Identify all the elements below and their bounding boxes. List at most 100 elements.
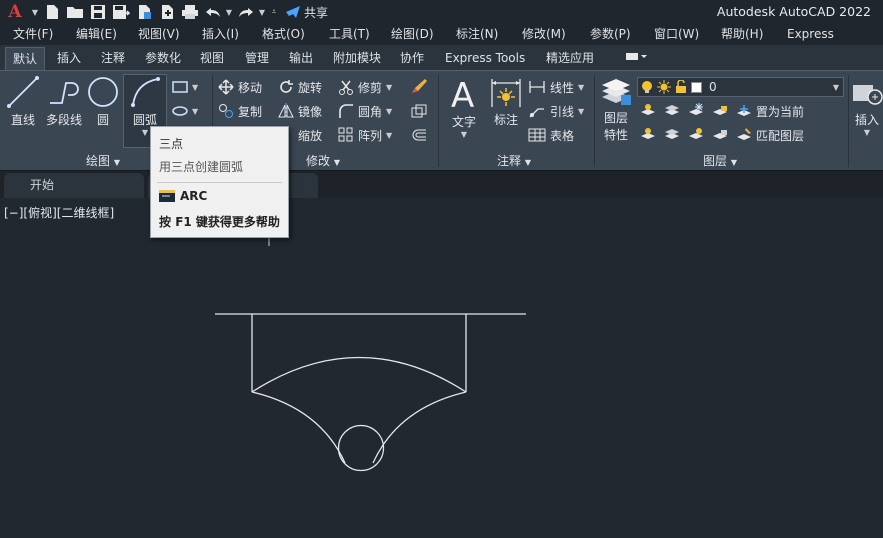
copy-button[interactable]: 复制 xyxy=(218,101,262,121)
text-button[interactable]: A 文字 ▼ xyxy=(447,75,481,139)
ribbon-minimize-button[interactable] xyxy=(618,47,654,70)
menu-edit[interactable]: 编辑(E) xyxy=(76,24,117,45)
layer-properties-button[interactable]: 图层 特性 xyxy=(598,75,634,143)
leader-label: 引线 xyxy=(550,104,575,119)
dimension-button[interactable]: 标注 xyxy=(488,75,524,128)
set-current-button[interactable]: 置为当前 xyxy=(736,101,804,121)
layer-unisolate-icon[interactable] xyxy=(664,126,680,142)
save-as-icon[interactable] xyxy=(109,0,132,24)
arc-dropdown-icon[interactable]: ▼ xyxy=(142,128,148,137)
insert-block-button[interactable]: 插入 ▼ xyxy=(851,75,883,137)
ellipse-icon xyxy=(172,106,188,116)
explode-button[interactable] xyxy=(410,101,428,121)
menu-format[interactable]: 格式(O) xyxy=(262,24,305,45)
circle-button[interactable]: 圆 xyxy=(87,75,119,128)
leader-button[interactable]: 引线 ▼ xyxy=(528,101,584,121)
rectangle-dropdown-icon[interactable]: ▼ xyxy=(192,83,198,92)
draw-panel-title[interactable]: 绘图 ▼ xyxy=(86,152,120,168)
menu-parametric[interactable]: 参数(P) xyxy=(590,24,631,45)
menu-modify[interactable]: 修改(M) xyxy=(522,24,566,45)
layer-properties-label-1: 图层 xyxy=(603,111,628,125)
array-dropdown-icon[interactable]: ▼ xyxy=(386,131,392,140)
drawing-canvas[interactable]: [−][俯视][二维线框] xyxy=(0,198,883,538)
offset-button[interactable] xyxy=(410,125,428,145)
redo-dropdown-icon[interactable]: ▼ xyxy=(257,8,267,17)
menu-window[interactable]: 窗口(W) xyxy=(654,24,699,45)
trim-button[interactable]: 修剪 ▼ xyxy=(338,77,392,97)
tab-manage[interactable]: 管理 xyxy=(238,47,276,70)
linear-dim-button[interactable]: 线性 ▼ xyxy=(528,77,584,97)
open-folder-icon[interactable] xyxy=(63,0,86,24)
rectangle-button[interactable]: ▼ xyxy=(172,77,198,97)
fillet-button[interactable]: 圆角 ▼ xyxy=(338,101,392,121)
mirror-button[interactable]: 镜像 xyxy=(278,101,322,121)
layers-panel-title[interactable]: 图层 ▼ xyxy=(703,152,737,168)
new-file-icon[interactable] xyxy=(40,0,63,24)
text-dropdown-icon[interactable]: ▼ xyxy=(461,130,467,139)
menu-help[interactable]: 帮助(H) xyxy=(721,24,763,45)
insert-dropdown-icon[interactable]: ▼ xyxy=(864,128,870,137)
undo-icon[interactable] xyxy=(201,0,224,24)
polyline-button[interactable]: 多段线 xyxy=(44,75,84,128)
rotate-button[interactable]: 旋转 xyxy=(278,77,322,97)
menu-tools[interactable]: 工具(T) xyxy=(329,24,370,45)
customize-qat-icon[interactable]: ⩡ xyxy=(267,7,281,17)
share-button[interactable]: 共享 xyxy=(285,4,328,21)
fillet-dropdown-icon[interactable]: ▼ xyxy=(386,107,392,116)
mirror-label: 镜像 xyxy=(298,104,323,119)
line-button[interactable]: 直线 xyxy=(6,75,40,128)
move-button[interactable]: 移动 xyxy=(218,77,262,97)
layer-isolate-icon[interactable] xyxy=(664,102,680,118)
circle-icon xyxy=(88,77,118,107)
tab-collaborate[interactable]: 协作 xyxy=(393,47,431,70)
layer-lock-icon[interactable] xyxy=(712,102,728,118)
redo-icon[interactable] xyxy=(234,0,257,24)
trim-label: 修剪 xyxy=(358,80,383,95)
menu-draw[interactable]: 绘图(D) xyxy=(391,24,434,45)
linear-dropdown-icon[interactable]: ▼ xyxy=(578,83,584,92)
plot-icon[interactable] xyxy=(178,0,201,24)
undo-dropdown-icon[interactable]: ▼ xyxy=(224,8,234,17)
tab-addins[interactable]: 附加模块 xyxy=(326,47,388,70)
open-web-icon[interactable] xyxy=(132,0,155,24)
table-button[interactable]: 表格 xyxy=(528,125,574,145)
array-button[interactable]: 阵列 ▼ xyxy=(338,125,392,145)
tab-annotate[interactable]: 注释 xyxy=(94,47,132,70)
modify-panel-title-label: 修改 xyxy=(306,154,331,168)
file-tab-start[interactable]: 开始 xyxy=(4,173,144,198)
erase-button[interactable] xyxy=(410,77,428,97)
modify-panel-title[interactable]: 修改 ▼ xyxy=(306,152,340,168)
ellipse-dropdown-icon[interactable]: ▼ xyxy=(192,107,198,116)
menu-express[interactable]: Express xyxy=(787,24,834,45)
match-layer-icon xyxy=(737,128,751,140)
leader-dropdown-icon[interactable]: ▼ xyxy=(578,107,584,116)
tab-insert[interactable]: 插入 xyxy=(50,47,88,70)
tab-view[interactable]: 视图 xyxy=(193,47,231,70)
insert-label: 插入 xyxy=(854,113,879,127)
layer-dropdown[interactable]: 0 ▼ xyxy=(637,77,844,97)
layer-thaw-icon[interactable] xyxy=(688,126,704,142)
tooltip-divider xyxy=(157,182,282,183)
app-menu-button[interactable]: A xyxy=(0,0,30,24)
app-menu-caret-icon[interactable]: ▼ xyxy=(30,8,40,17)
layer-freeze-icon[interactable] xyxy=(688,102,704,118)
match-layer-button[interactable]: 匹配图层 xyxy=(736,125,804,145)
tab-default[interactable]: 默认 xyxy=(5,47,46,70)
save-icon[interactable] xyxy=(86,0,109,24)
ellipse-button[interactable]: ▼ xyxy=(172,101,198,121)
tab-output[interactable]: 输出 xyxy=(282,47,320,70)
menu-dimension[interactable]: 标注(N) xyxy=(456,24,498,45)
layer-unlock-tool-icon[interactable] xyxy=(712,126,728,142)
app-title: Autodesk AutoCAD 2022 xyxy=(716,4,871,19)
annotation-panel-title[interactable]: 注释 ▼ xyxy=(497,152,531,168)
tab-parametric[interactable]: 参数化 xyxy=(138,47,188,70)
tab-express-tools[interactable]: Express Tools xyxy=(438,47,532,70)
tab-featured-apps[interactable]: 精选应用 xyxy=(539,47,601,70)
trim-dropdown-icon[interactable]: ▼ xyxy=(386,83,392,92)
menu-view[interactable]: 视图(V) xyxy=(138,24,180,45)
layer-on-all-icon[interactable] xyxy=(640,126,656,142)
menu-insert[interactable]: 插入(I) xyxy=(202,24,239,45)
menu-file[interactable]: 文件(F) xyxy=(13,24,53,45)
save-web-icon[interactable] xyxy=(155,0,178,24)
layer-off-icon[interactable] xyxy=(640,102,656,118)
